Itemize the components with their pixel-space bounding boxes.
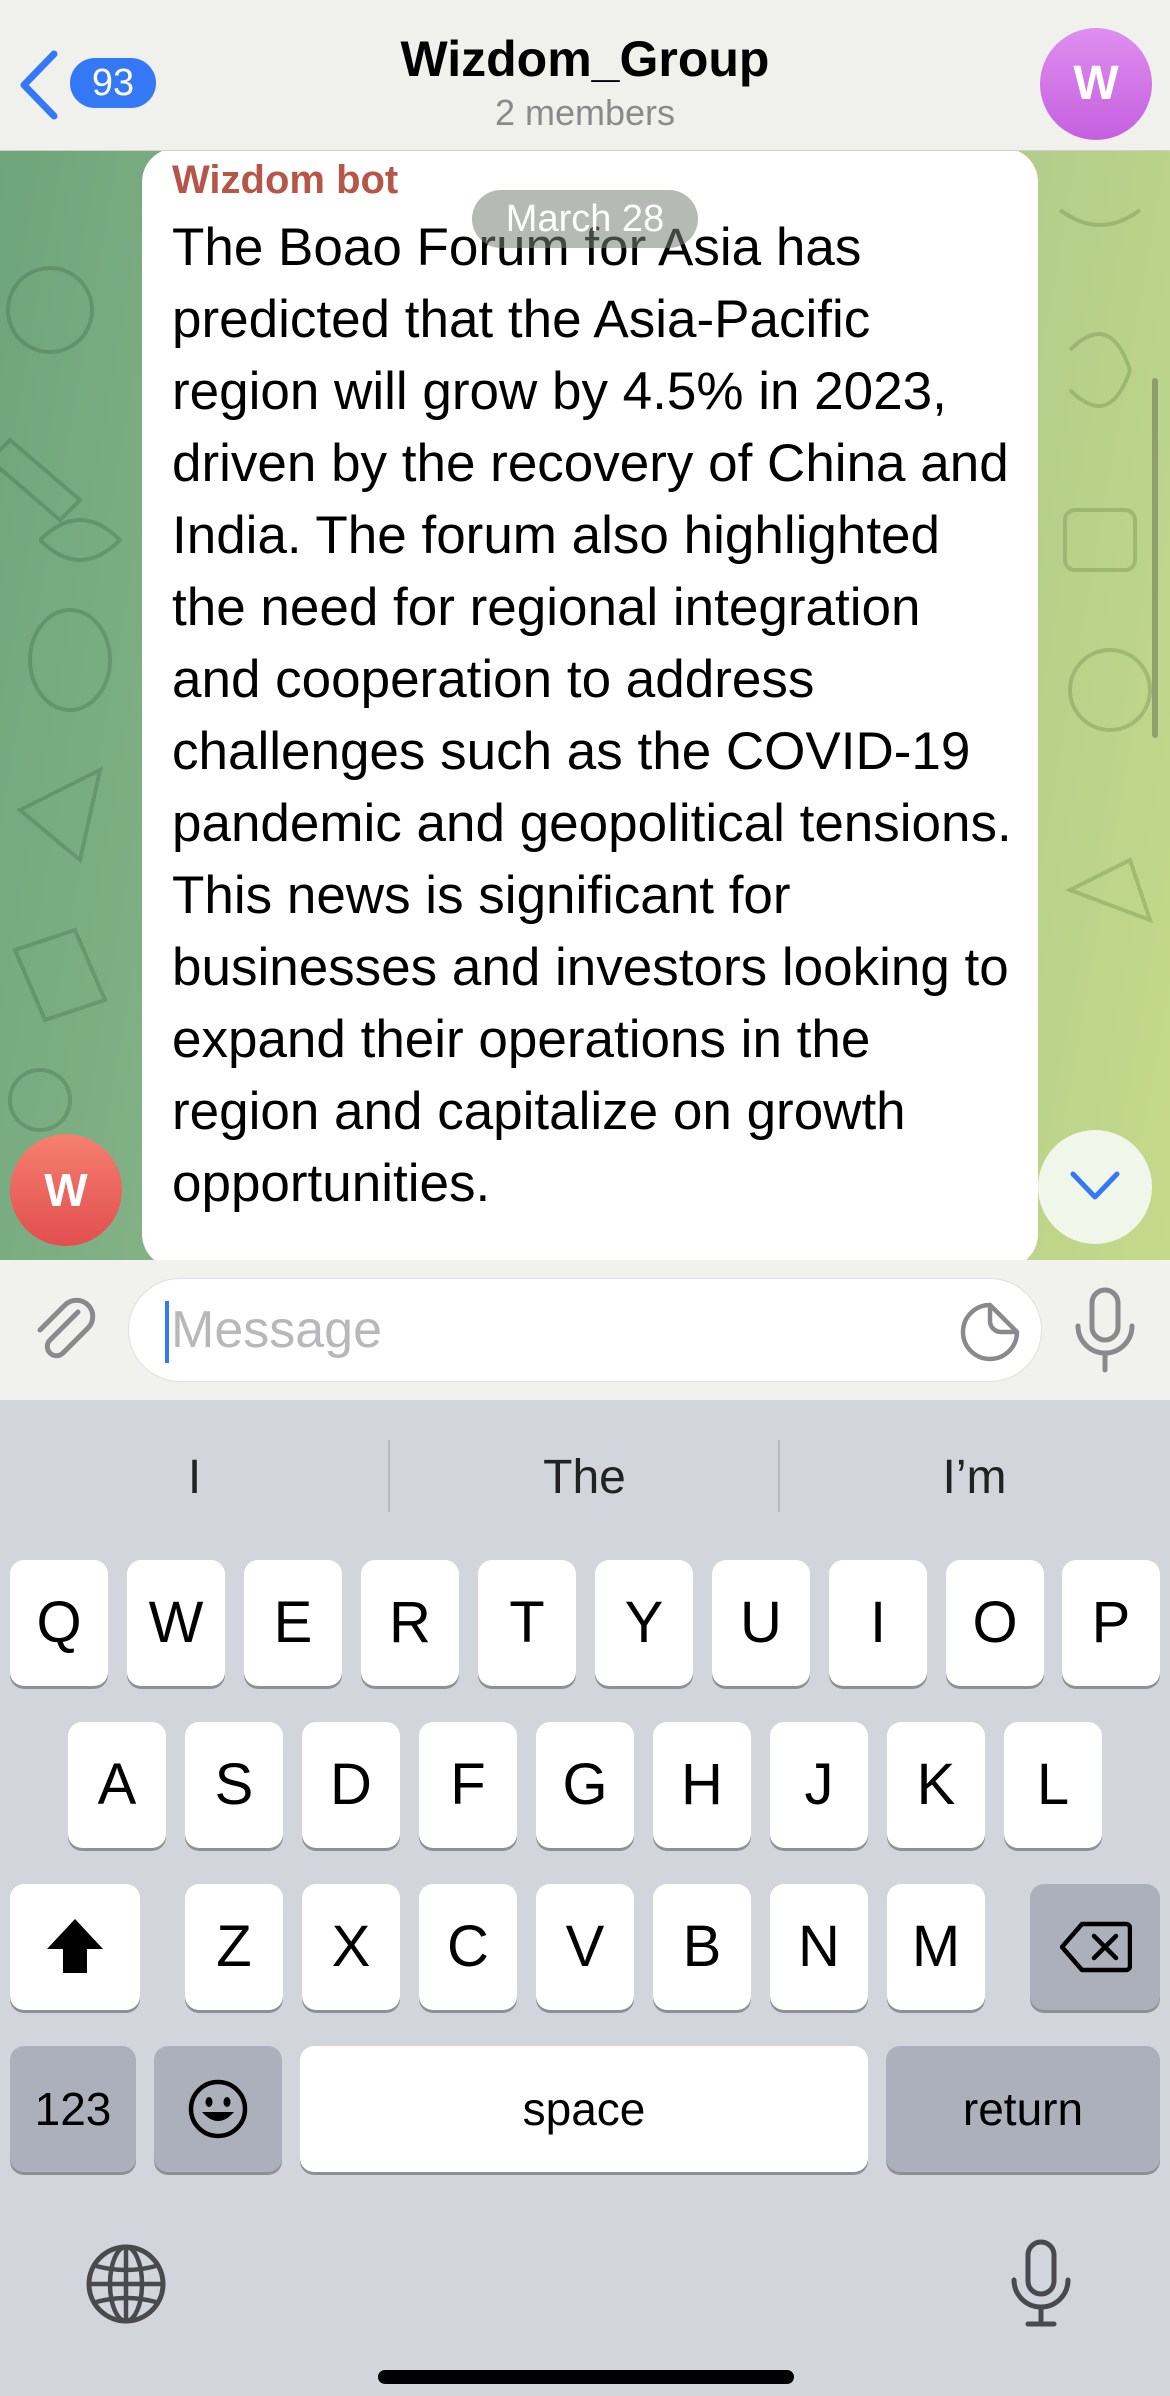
group-avatar[interactable]: W (1040, 28, 1152, 140)
sender-avatar[interactable]: W (10, 1134, 122, 1246)
on-screen-keyboard: I The I’m Q W E R T Y U I O P A S D F G … (0, 1400, 1170, 2396)
backspace-icon (1060, 1921, 1132, 1973)
voice-message-button[interactable] (1070, 1284, 1140, 1376)
scroll-to-bottom-button[interactable] (1038, 1130, 1152, 1244)
key-t[interactable]: T (478, 1560, 576, 1686)
chat-title[interactable]: Wizdom_Group (0, 30, 1170, 88)
sticker-icon (960, 1302, 1020, 1362)
sticker-button[interactable] (959, 1301, 1021, 1363)
dictation-button[interactable] (1010, 2238, 1072, 2330)
suggestion-1[interactable]: I (0, 1450, 389, 1505)
shift-arrow-icon (47, 1919, 103, 1973)
message-text: The Boao Forum for Asia has predicted th… (172, 218, 1012, 1213)
globe-button[interactable] (84, 2242, 168, 2326)
space-key[interactable]: space (300, 2046, 868, 2172)
return-key[interactable]: return (886, 2046, 1160, 2172)
key-x[interactable]: X (302, 1884, 400, 2010)
key-p[interactable]: P (1062, 1560, 1160, 1686)
shift-key[interactable] (10, 1884, 140, 2010)
emoji-icon (188, 2079, 248, 2139)
paperclip-icon (37, 1297, 96, 1359)
numbers-key[interactable]: 123 (10, 2046, 136, 2172)
key-w[interactable]: W (127, 1560, 225, 1686)
key-s[interactable]: S (185, 1722, 283, 1848)
suggestion-3[interactable]: I’m (780, 1450, 1169, 1505)
key-q[interactable]: Q (10, 1560, 108, 1686)
key-i[interactable]: I (829, 1560, 927, 1686)
delete-key[interactable] (1030, 1884, 1160, 2010)
key-v[interactable]: V (536, 1884, 634, 2010)
message-field[interactable] (128, 1278, 1042, 1382)
key-c[interactable]: C (419, 1884, 517, 2010)
key-l[interactable]: L (1004, 1722, 1102, 1848)
wallpaper-doodles-left (0, 266, 123, 1132)
message-input[interactable] (169, 1279, 873, 1381)
globe-icon (86, 2244, 166, 2324)
chat-messages-area[interactable]: March 28 Wizdom bot The Boao Forum for A… (0, 150, 1170, 1260)
key-k[interactable]: K (887, 1722, 985, 1848)
key-j[interactable]: J (770, 1722, 868, 1848)
scroll-indicator (1152, 378, 1158, 738)
key-h[interactable]: H (653, 1722, 751, 1848)
key-b[interactable]: B (653, 1884, 751, 2010)
suggestion-2[interactable]: The (390, 1450, 779, 1505)
message-input-bar (0, 1260, 1170, 1400)
emoji-key[interactable] (154, 2046, 282, 2172)
dictation-mic-icon (1011, 2239, 1071, 2327)
key-r[interactable]: R (361, 1560, 459, 1686)
key-o[interactable]: O (946, 1560, 1044, 1686)
message-sender-name[interactable]: Wizdom bot (172, 158, 398, 203)
key-y[interactable]: Y (595, 1560, 693, 1686)
key-n[interactable]: N (770, 1884, 868, 2010)
key-e[interactable]: E (244, 1560, 342, 1686)
key-z[interactable]: Z (185, 1884, 283, 2010)
attach-button[interactable] (26, 1290, 106, 1370)
home-indicator[interactable] (378, 2370, 794, 2384)
key-g[interactable]: G (536, 1722, 634, 1848)
key-m[interactable]: M (887, 1884, 985, 2010)
microphone-icon (1075, 1287, 1135, 1373)
message-bubble[interactable]: Wizdom bot The Boao Forum for Asia has p… (142, 150, 1038, 1260)
chevron-down-icon (1070, 1171, 1120, 1200)
key-a[interactable]: A (68, 1722, 166, 1848)
key-u[interactable]: U (712, 1560, 810, 1686)
chat-header: 93 Wizdom_Group 2 members W (0, 0, 1170, 151)
date-separator: March 28 (472, 190, 698, 248)
chat-member-count: 2 members (494, 92, 676, 133)
key-f[interactable]: F (419, 1722, 517, 1848)
key-d[interactable]: D (302, 1722, 400, 1848)
wallpaper-doodles-right (1058, 208, 1154, 924)
